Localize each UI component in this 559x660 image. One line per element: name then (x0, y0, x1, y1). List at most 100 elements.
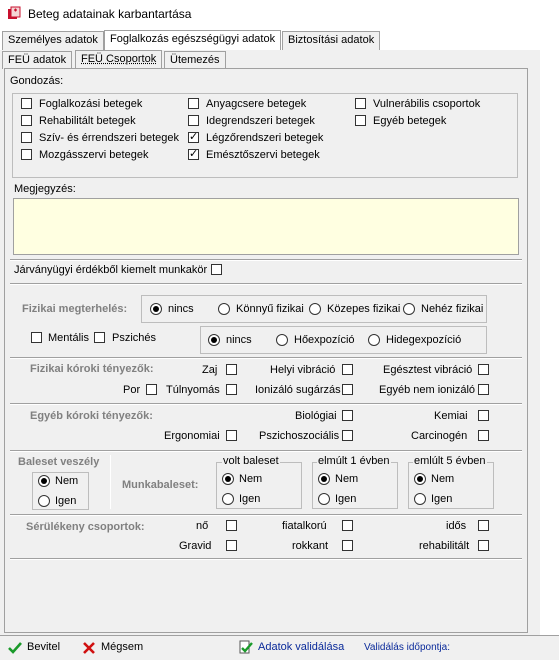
cb-por[interactable] (146, 384, 157, 395)
cb-biologiai[interactable] (342, 410, 353, 421)
tab-szemelyes[interactable]: Személyes adatok (2, 31, 104, 50)
cb-zaj[interactable] (226, 364, 237, 375)
label-gravid: Gravid (179, 540, 212, 552)
bottom-toolbar: Bevitel Mégsem Adatok validálása Validál… (0, 635, 559, 660)
cb-idos[interactable] (478, 520, 489, 531)
cb-rehabilitalt-sc[interactable] (478, 540, 489, 551)
egyeb-koroki-label: Egyéb kóroki tényezők: (30, 410, 153, 422)
radio-elmult5-igen[interactable] (414, 493, 426, 505)
checkmark-icon (8, 642, 22, 654)
label-emesztoszervi: Emésztőszervi betegek (206, 149, 320, 161)
tab-feu-adatok[interactable]: FEÜ adatok (2, 51, 73, 69)
radio-baleset-nem[interactable] (38, 475, 50, 487)
cb-foglalkozasi[interactable] (21, 98, 32, 109)
radio-nehez[interactable] (403, 303, 415, 315)
tab-utemezes[interactable]: Ütemezés (164, 51, 226, 69)
bevitel-label: Bevitel (27, 641, 61, 653)
radio-kozepes[interactable] (309, 303, 321, 315)
fizikai-megterheles-label: Fizikai megterhelés: (22, 303, 128, 315)
label-idos: idős (446, 520, 467, 532)
label-ergonomiai: Ergonomiai (164, 430, 220, 442)
right-edge-strip (540, 50, 559, 635)
label-zaj: Zaj (202, 364, 218, 376)
radio-hidegexpozicio[interactable] (368, 334, 380, 346)
radio-baleset-igen[interactable] (38, 495, 50, 507)
radio-elmult1-igen[interactable] (318, 493, 330, 505)
cb-kemiai[interactable] (478, 410, 489, 421)
cb-egesztest-vibracio[interactable] (478, 364, 489, 375)
cb-vulnerabilis[interactable] (355, 98, 366, 109)
app-icon (8, 6, 21, 19)
radio-hoexpozicio[interactable] (276, 334, 288, 346)
divider (10, 450, 522, 452)
radio-hoexp-nincs[interactable] (208, 334, 220, 346)
label-konnyu: Könnyű fizikai (236, 303, 304, 315)
label-mentalis: Mentális (48, 332, 89, 344)
serulekeny-label: Sérülékeny csoportok: (26, 521, 145, 533)
label-pszichés: Pszichés (112, 332, 157, 344)
cb-pszichoszocialis[interactable] (342, 430, 353, 441)
label-carcinogen: Carcinogén (411, 430, 468, 442)
cb-sziv[interactable] (21, 132, 32, 143)
cb-mozgasszervi[interactable] (21, 149, 32, 160)
top-tab-strip: Személyes adatok Foglalkozás egészségügy… (0, 30, 559, 50)
label-elmult1-igen: Igen (335, 493, 357, 505)
cb-fiatalkoru[interactable] (342, 520, 353, 531)
label-biologiai: Biológiai (295, 410, 337, 422)
label-hidegexpozicio: Hidegexpozíció (386, 334, 462, 346)
radio-fizikai-nincs[interactable] (150, 303, 162, 315)
label-hoexp-nincs: nincs (226, 334, 252, 346)
cb-mentalis[interactable] (31, 332, 42, 343)
title-bar: Beteg adatainak karbantartása (0, 0, 559, 30)
label-baleset-nem: Nem (55, 475, 79, 487)
radio-volt-nem[interactable] (222, 473, 234, 485)
elmult1-title: elmúlt 1 évben (317, 455, 391, 467)
validalas-idopont-label: Validálás időpontja: (364, 642, 450, 653)
vertical-divider (110, 455, 111, 509)
radio-volt-igen[interactable] (222, 493, 234, 505)
radio-konnyu[interactable] (218, 303, 230, 315)
radio-elmult5-nem[interactable] (414, 473, 426, 485)
label-no: nő (196, 520, 209, 532)
radio-elmult1-nem[interactable] (318, 473, 330, 485)
megjegyzes-textarea[interactable] (13, 198, 519, 255)
cb-anyagcsere[interactable] (188, 98, 199, 109)
label-nehez: Nehéz fizikai (421, 303, 484, 315)
cb-idegrendszeri[interactable] (188, 115, 199, 126)
cb-helyi-vibracio[interactable] (342, 364, 353, 375)
cb-no[interactable] (226, 520, 237, 531)
window-title: Beteg adatainak karbantartása (28, 7, 192, 21)
cb-legzorendszeri[interactable] (188, 130, 199, 144)
cb-carcinogen[interactable] (478, 430, 489, 441)
validalas-label: Adatok validálása (258, 641, 345, 653)
cb-emesztoszervi[interactable] (188, 147, 199, 161)
tab-feu-csoportok[interactable]: FEÜ Csoportok (75, 50, 163, 69)
tab-biztositasi[interactable]: Biztosítási adatok (282, 31, 381, 50)
label-idegrendszeri: Idegrendszeri betegek (206, 115, 315, 127)
cb-tulnyomas[interactable] (226, 384, 237, 395)
cb-rehabilitalt[interactable] (21, 115, 32, 126)
label-sziv: Szív- és érrendszeri betegek (39, 132, 180, 144)
jarvany-label: Járványügyi érdékből kiemelt munkakör (14, 264, 208, 276)
volt-baleset-title: volt baleset (222, 455, 280, 467)
cb-egyeb-betegek[interactable] (355, 115, 366, 126)
label-elmult1-nem: Nem (335, 473, 359, 485)
divider (10, 357, 522, 359)
label-rehabilitalt: Rehabilitált betegek (39, 115, 136, 127)
validate-document-icon (239, 640, 253, 654)
fizikai-koroki-label: Fizikai kóroki tényezők: (30, 363, 154, 375)
cb-nem-ionizalo[interactable] (478, 384, 489, 395)
label-egesztest-vibracio: Egésztest vibráció (383, 364, 473, 376)
cb-ionizalo[interactable] (342, 384, 353, 395)
label-baleset-igen: Igen (55, 495, 77, 507)
cb-rokkant[interactable] (342, 540, 353, 551)
megsem-label: Mégsem (101, 641, 144, 653)
divider (10, 514, 522, 516)
tab-foglalkozas[interactable]: Foglalkozás egészségügyi adatok (104, 30, 282, 50)
close-icon (83, 642, 95, 654)
cb-jarvany[interactable] (211, 264, 222, 275)
cb-pszichés[interactable] (94, 332, 105, 343)
cb-gravid[interactable] (226, 540, 237, 551)
label-rehabilitalt-sc: rehabilitált (419, 540, 470, 552)
cb-ergonomiai[interactable] (226, 430, 237, 441)
